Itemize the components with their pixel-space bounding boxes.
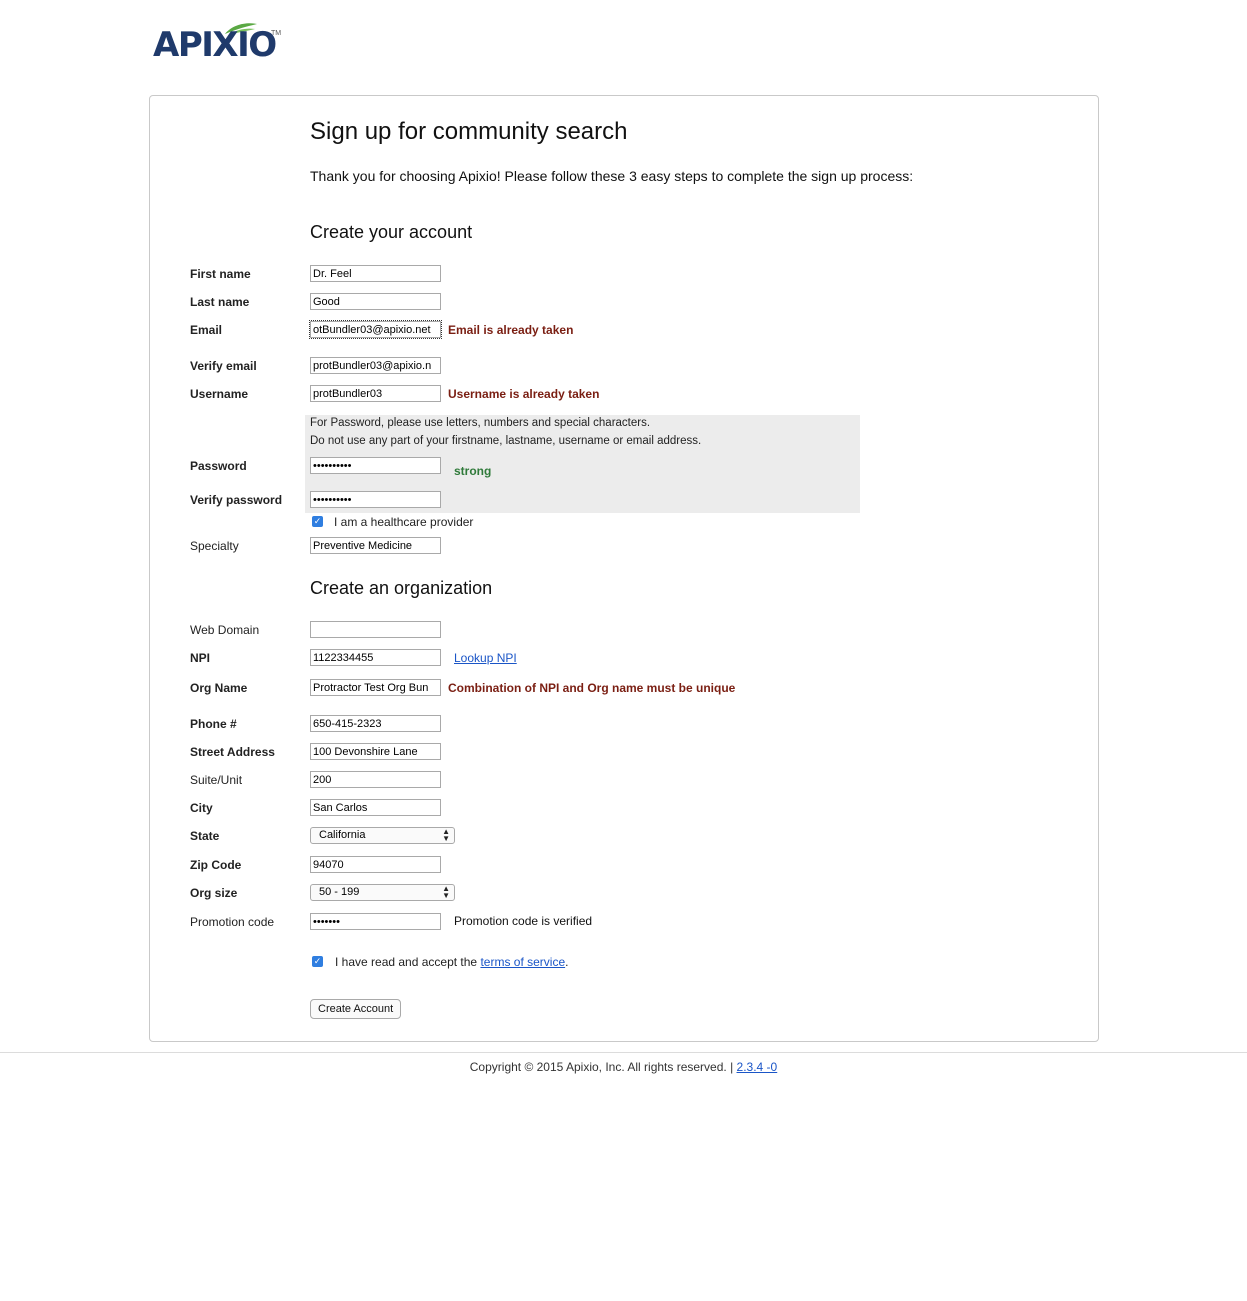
org-name-field[interactable] — [310, 679, 441, 696]
street-address-field[interactable] — [310, 743, 441, 760]
select-arrows-icon: ▲ ▼ — [442, 827, 450, 843]
state-select-value: California — [319, 829, 366, 841]
org-size-select-value: 50 - 199 — [319, 886, 360, 898]
select-arrows-icon: ▲ ▼ — [442, 884, 450, 900]
first-name-field[interactable] — [310, 265, 441, 282]
terms-of-service-link[interactable]: terms of service — [480, 955, 565, 969]
phone-label: Phone # — [190, 717, 237, 731]
verify-email-label: Verify email — [190, 359, 257, 373]
create-account-button[interactable]: Create Account — [310, 999, 402, 1019]
npi-label: NPI — [190, 651, 211, 665]
signup-card: Sign up for community search Thank you f… — [149, 95, 1099, 1042]
specialty-label: Specialty — [190, 539, 239, 553]
footer: Copyright © 2015 Apixio, Inc. All rights… — [0, 1060, 1247, 1074]
password-field[interactable] — [310, 457, 441, 474]
promo-code-field[interactable] — [310, 913, 441, 930]
street-address-label: Street Address — [190, 745, 275, 759]
phone-field[interactable] — [310, 715, 441, 732]
email-label: Email — [190, 323, 223, 337]
lookup-npi-link[interactable]: Lookup NPI — [454, 651, 517, 665]
page-title: Sign up for community search — [310, 118, 628, 145]
password-hint-line-2: Do not use any part of your firstname, l… — [310, 435, 702, 447]
promo-code-status: Promotion code is verified — [454, 914, 593, 928]
organization-heading: Create an organization — [310, 578, 493, 598]
npi-field[interactable] — [310, 649, 441, 666]
zip-code-field[interactable] — [310, 856, 441, 873]
first-name-label: First name — [190, 267, 251, 281]
org-name-label: Org Name — [190, 681, 248, 695]
version-link[interactable]: 2.3.4 -0 — [737, 1060, 778, 1074]
password-strength: strong — [454, 464, 492, 478]
terms-suffix: . — [565, 955, 569, 969]
healthcare-provider-label: I am a healthcare provider — [334, 515, 474, 529]
password-hint-line-1: For Password, please use letters, number… — [310, 417, 651, 429]
specialty-field[interactable] — [310, 537, 441, 554]
verify-password-label: Verify password — [190, 493, 283, 507]
password-label: Password — [190, 459, 247, 473]
username-error: Username is already taken — [448, 387, 600, 401]
username-label: Username — [190, 387, 249, 401]
web-domain-field[interactable] — [310, 621, 441, 638]
verify-password-field[interactable] — [310, 491, 441, 508]
footer-divider — [0, 1052, 1247, 1053]
healthcare-provider-checkbox[interactable]: ✓ — [312, 516, 323, 527]
zip-code-label: Zip Code — [190, 858, 242, 872]
verify-email-field[interactable] — [310, 357, 441, 374]
org-name-error: Combination of NPI and Org name must be … — [448, 681, 736, 695]
email-error: Email is already taken — [448, 323, 574, 337]
org-size-label: Org size — [190, 886, 238, 900]
copyright-text: Copyright © 2015 Apixio, Inc. All rights… — [469, 1060, 737, 1074]
terms-checkbox[interactable]: ✓ — [312, 956, 323, 967]
city-label: City — [190, 801, 213, 815]
intro-text: Thank you for choosing Apixio! Please fo… — [310, 168, 914, 184]
terms-prefix: I have read and accept the — [335, 955, 481, 969]
username-field[interactable] — [310, 385, 441, 402]
last-name-field[interactable] — [310, 293, 441, 310]
state-select[interactable]: California ▲ ▼ — [310, 827, 455, 844]
suite-field[interactable] — [310, 771, 441, 788]
apixio-logo: APIXIO TM — [153, 22, 283, 64]
state-label: State — [190, 829, 220, 843]
org-size-select[interactable]: 50 - 199 ▲ ▼ — [310, 884, 455, 901]
account-heading: Create your account — [310, 222, 473, 242]
logo-wordmark: APIXIO — [153, 25, 277, 65]
promo-code-label: Promotion code — [190, 915, 275, 929]
suite-label: Suite/Unit — [190, 773, 243, 787]
web-domain-label: Web Domain — [190, 623, 260, 637]
terms-text: I have read and accept the terms of serv… — [335, 955, 568, 969]
trademark-mark: TM — [271, 30, 282, 37]
last-name-label: Last name — [190, 295, 250, 309]
email-field[interactable] — [309, 320, 442, 339]
city-field[interactable] — [310, 799, 441, 816]
